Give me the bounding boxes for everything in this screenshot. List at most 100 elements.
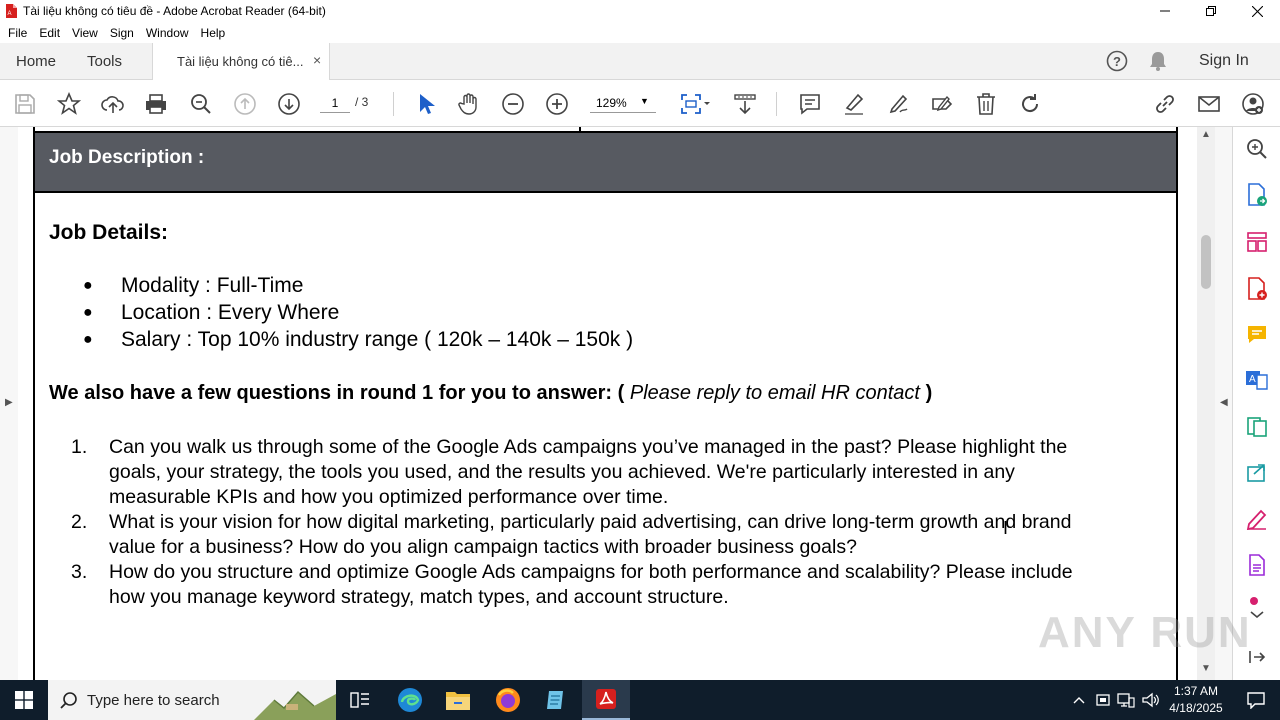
notepad-icon[interactable]: [532, 680, 580, 720]
scroll-down-icon[interactable]: ▼: [1201, 663, 1211, 674]
menu-file[interactable]: File: [2, 26, 33, 40]
fill-sign-icon[interactable]: [929, 91, 955, 117]
draw-icon[interactable]: [885, 91, 911, 117]
zoom-out-icon[interactable]: [500, 91, 526, 117]
job-details-heading: Job Details:: [49, 221, 169, 244]
page-down-icon[interactable]: [276, 91, 302, 117]
notification-bell-icon[interactable]: [1148, 50, 1168, 76]
questions-list: 1. Can you walk us through some of the Go…: [71, 435, 1091, 610]
document-viewport[interactable]: ▶ Job Description : Job Details: ● Modali…: [0, 127, 1232, 680]
job-details-list: ● Modality : Full-Time ● Location : Every …: [83, 272, 633, 353]
bullet-text: Location : Every Where: [121, 300, 340, 324]
star-icon[interactable]: [56, 91, 82, 117]
edge-icon[interactable]: [386, 680, 434, 720]
job-description-band: Job Description :: [35, 133, 1176, 193]
tray-device-icon[interactable]: [1092, 680, 1114, 720]
combine-files-icon[interactable]: [1245, 415, 1269, 439]
volume-icon[interactable]: [1139, 680, 1161, 720]
main-toolbar: 1 / 3 129% ▼: [0, 80, 1280, 127]
restore-icon: [1206, 6, 1216, 16]
tab-home[interactable]: Home: [16, 53, 56, 70]
system-clock[interactable]: 1:37 AM 4/18/2025: [1162, 683, 1230, 717]
create-pdf-icon[interactable]: [1245, 277, 1269, 301]
pdf-page: Job Description : Job Details: ● Modality…: [33, 127, 1178, 680]
right-panel-toggle[interactable]: ◀: [1215, 127, 1232, 680]
menu-edit[interactable]: Edit: [33, 26, 66, 40]
link-icon[interactable]: [1152, 91, 1178, 117]
highlight-icon[interactable]: [841, 91, 867, 117]
menu-sign[interactable]: Sign: [104, 26, 140, 40]
zoom-search-icon[interactable]: [188, 91, 214, 117]
share-user-icon[interactable]: [1240, 91, 1266, 117]
clock-date: 4/18/2025: [1169, 701, 1223, 715]
zoom-chevron-down-icon[interactable]: ▼: [640, 96, 649, 106]
task-view-icon[interactable]: [336, 680, 384, 720]
toolbar-divider: [393, 92, 394, 116]
fill-sign-tool-icon[interactable]: [1245, 507, 1269, 531]
menu-help[interactable]: Help: [195, 26, 232, 40]
page-up-icon[interactable]: [232, 91, 258, 117]
select-arrow-icon[interactable]: [412, 91, 438, 117]
tray-chevron-up-icon[interactable]: [1068, 680, 1090, 720]
menu-view[interactable]: View: [66, 26, 104, 40]
close-icon: [1251, 5, 1263, 17]
menu-window[interactable]: Window: [140, 26, 195, 40]
scroll-mode-icon[interactable]: [732, 91, 758, 117]
list-item: ● Location : Every Where: [83, 299, 633, 326]
acrobat-icon[interactable]: [582, 680, 630, 720]
network-icon[interactable]: [1115, 680, 1137, 720]
list-item: ● Salary : Top 10% industry range ( 120k …: [83, 326, 633, 353]
zoom-in-icon[interactable]: [544, 91, 570, 117]
tab-tools[interactable]: Tools: [87, 53, 122, 70]
upload-icon[interactable]: [100, 91, 126, 117]
page-number-input[interactable]: 1: [320, 93, 350, 113]
restore-button[interactable]: [1188, 0, 1234, 22]
list-item: ● Modality : Full-Time: [83, 272, 633, 299]
search-zoom-icon[interactable]: [1245, 137, 1269, 161]
fit-page-icon[interactable]: [678, 91, 714, 117]
file-explorer-icon[interactable]: [434, 680, 482, 720]
tab-document[interactable]: Tài liệu không có tiê... ×: [152, 43, 330, 80]
help-icon[interactable]: ?: [1106, 50, 1128, 76]
rotate-icon[interactable]: [1017, 91, 1043, 117]
document-tab-label: Tài liệu không có tiê...: [177, 54, 304, 69]
svg-text:A: A: [1249, 374, 1256, 385]
close-tab-icon[interactable]: ×: [313, 52, 321, 68]
svg-text:?: ?: [1113, 54, 1121, 69]
bullet-text: Salary : Top 10% industry range ( 120k –…: [121, 327, 634, 351]
minimize-button[interactable]: [1142, 0, 1188, 22]
notification-center-icon[interactable]: [1232, 680, 1280, 720]
delete-icon[interactable]: [973, 91, 999, 117]
questions-intro-close: ): [925, 382, 933, 404]
comment-tool-icon[interactable]: [1245, 323, 1269, 347]
toolbar-divider: [776, 92, 777, 116]
protect-icon[interactable]: [1245, 553, 1269, 577]
chevron-right-icon: ▶: [5, 397, 13, 408]
hand-icon[interactable]: [456, 91, 482, 117]
close-window-button[interactable]: [1234, 0, 1280, 22]
question-text: Can you walk us through some of the Goog…: [109, 436, 1068, 508]
vertical-scrollbar[interactable]: ▲ ▼: [1197, 127, 1215, 680]
scrollbar-thumb[interactable]: [1201, 235, 1211, 289]
organize-pages-icon[interactable]: [1245, 230, 1269, 254]
firefox-icon[interactable]: [484, 680, 532, 720]
questions-intro-italic: Please reply to email HR contact: [629, 382, 920, 404]
comment-icon[interactable]: [797, 91, 823, 117]
taskbar-search[interactable]: Type here to search: [48, 680, 336, 720]
list-item: 3. How do you structure and optimize Goog…: [71, 560, 1091, 610]
left-panel-toggle[interactable]: ▶: [0, 127, 18, 680]
sign-in-button[interactable]: Sign In: [1199, 52, 1249, 70]
start-button[interactable]: [0, 680, 48, 720]
title-bar: A Tài liệu không có tiêu đề - Adobe Acro…: [0, 0, 1280, 22]
email-icon[interactable]: [1196, 91, 1222, 117]
edit-pdf-icon[interactable]: A: [1245, 367, 1269, 391]
print-icon[interactable]: [143, 91, 169, 117]
question-number: 1.: [71, 436, 88, 458]
scroll-up-icon[interactable]: ▲: [1201, 129, 1211, 140]
windows-taskbar: Type here to search 1:37 AM 4/18/2025: [0, 680, 1280, 720]
clock-time: 1:37 AM: [1173, 684, 1219, 698]
send-for-review-icon[interactable]: [1245, 461, 1269, 485]
save-icon[interactable]: [12, 91, 38, 117]
menu-bar: File Edit View Sign Window Help: [0, 22, 1280, 43]
export-pdf-icon[interactable]: [1245, 183, 1269, 207]
